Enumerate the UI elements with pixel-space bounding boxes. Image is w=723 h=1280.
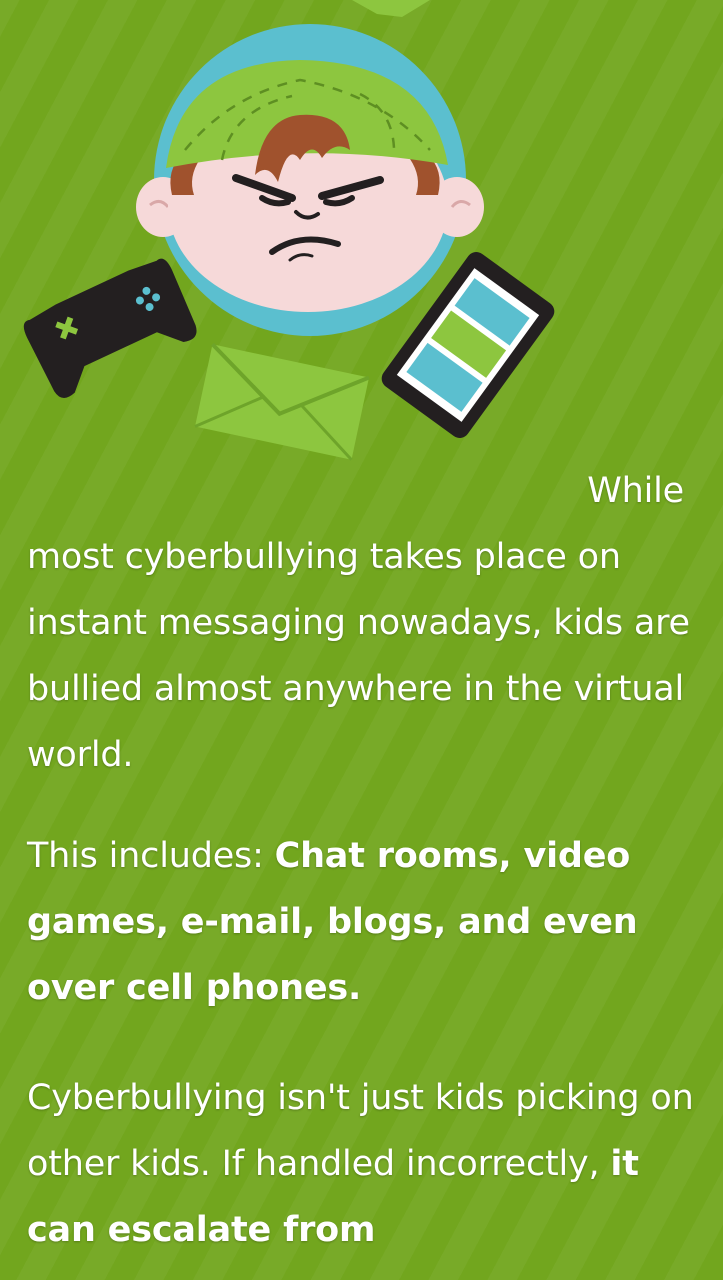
cyberbully-illustration xyxy=(23,0,555,461)
escalation-paragraph: Cyberbullying isn't just kids picking on… xyxy=(27,1065,697,1263)
intro-text: most cyberbullying takes place on instan… xyxy=(27,537,690,775)
intro-first-word: While xyxy=(587,471,684,511)
escalation-text: Cyberbullying isn't just kids picking on… xyxy=(27,1078,694,1184)
game-controller-icon xyxy=(23,258,197,398)
includes-label: This includes: xyxy=(27,836,275,876)
includes-paragraph: This includes: Chat rooms, video games, … xyxy=(27,823,697,1021)
envelope-icon xyxy=(194,342,370,461)
envelope-top-icon xyxy=(352,0,430,17)
intro-paragraph: While most cyberbullying takes place on … xyxy=(27,458,697,788)
